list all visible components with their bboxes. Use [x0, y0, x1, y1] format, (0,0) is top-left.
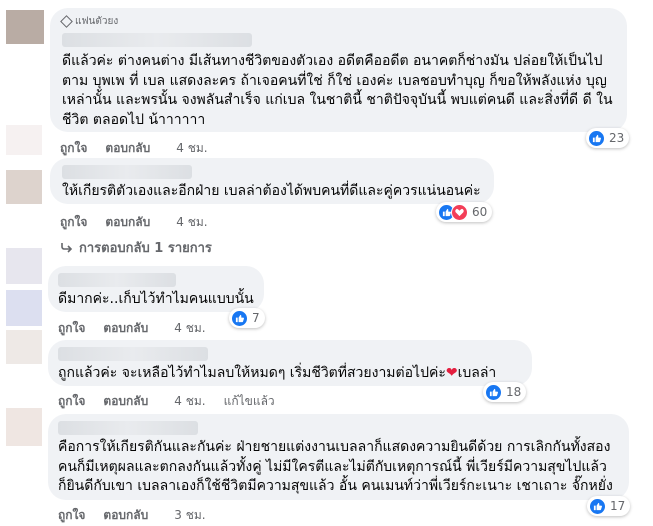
like-reaction-icon	[589, 497, 606, 515]
avatar[interactable]	[6, 408, 42, 446]
comment-text: ดีแล้วค่ะ ต่างคนต่าง มีเส้นทางชีวิตของตั…	[62, 53, 613, 128]
reaction-count[interactable]: 18	[483, 382, 527, 402]
reaction-count[interactable]: 23	[586, 128, 630, 148]
like-button[interactable]: ถูกใจ	[58, 392, 85, 411]
reply-button[interactable]: ตอบกลับ	[103, 319, 148, 338]
like-reaction-icon	[231, 309, 248, 327]
heart-emoji-icon: ❤	[445, 365, 458, 381]
avatar[interactable]	[6, 330, 42, 364]
reply-arrow-icon	[61, 243, 73, 253]
comment-text: คือการให้เกียรติกันและกันค่ะ ฝ่ายชายแต่ง…	[58, 439, 613, 494]
like-button[interactable]: ถูกใจ	[58, 319, 85, 338]
comment-actions: ถูกใจ ตอบกลับ 4 ชม.	[60, 139, 208, 158]
reply-button[interactable]: ตอบกลับ	[105, 139, 150, 158]
comment-bubble: ให้เกียรติตัวเองและอีกฝ่าย เบลล่าต้องได้…	[50, 158, 494, 204]
timestamp[interactable]: 4 ชม.	[176, 213, 207, 232]
reply-button[interactable]: ตอบกลับ	[105, 213, 150, 232]
comment-bubble: แฟนตัวยง ดีแล้วค่ะ ต่างคนต่าง มีเส้นทางช…	[50, 8, 627, 132]
comment-bubble: คือการให้เกียรติกันและกันค่ะ ฝ่ายชายแต่ง…	[48, 414, 629, 500]
comment-actions: ถูกใจ ตอบกลับ 4 ชม.	[58, 319, 206, 338]
comment-text: ดีมากค่ะ..เก็บไว้ทำไมคนแบบนั้น	[58, 291, 254, 307]
comment-actions: ถูกใจ ตอบกลับ 4 ชม.	[60, 213, 208, 232]
reply-button[interactable]: ตอบกลับ	[103, 392, 148, 411]
author-name[interactable]	[58, 347, 208, 361]
like-button[interactable]: ถูกใจ	[58, 506, 85, 525]
author-name[interactable]	[62, 33, 252, 47]
reaction-count[interactable]: 60	[436, 202, 493, 222]
avatar[interactable]	[6, 170, 42, 204]
timestamp[interactable]: 3 ชม.	[174, 506, 205, 525]
avatar[interactable]	[6, 10, 44, 44]
comment-text: ให้เกียรติตัวเองและอีกฝ่าย เบลล่าต้องได้…	[62, 183, 481, 199]
view-replies-link[interactable]: การตอบกลับ 1 รายการ	[60, 237, 212, 258]
avatar[interactable]	[6, 290, 42, 326]
comment-bubble: ถูกแล้วค่ะ จะเหลือไว้ทำไมลบให้หมดๆ เริ่ม…	[48, 340, 532, 386]
edited-label: แก้ไขแล้ว	[223, 394, 275, 408]
reaction-count[interactable]: 17	[587, 496, 631, 516]
timestamp[interactable]: 4 ชม.	[176, 139, 207, 158]
comment-actions: ถูกใจ ตอบกลับ 4 ชม. แก้ไขแล้ว	[58, 392, 275, 411]
author-name[interactable]	[58, 421, 198, 435]
timestamp[interactable]: 4 ชม.	[174, 319, 205, 338]
love-reaction-icon	[451, 203, 468, 221]
author-name[interactable]	[62, 165, 192, 179]
timestamp[interactable]: 4 ชม.	[174, 392, 205, 411]
reaction-count[interactable]: 7	[229, 308, 265, 328]
comment-bubble: ดีมากค่ะ..เก็บไว้ทำไมคนแบบนั้น	[48, 266, 264, 312]
like-button[interactable]: ถูกใจ	[60, 213, 87, 232]
reply-button[interactable]: ตอบกลับ	[103, 506, 148, 525]
comment-actions: ถูกใจ ตอบกลับ 3 ชม.	[58, 506, 206, 525]
avatar-blur	[6, 248, 42, 284]
like-reaction-icon	[588, 129, 605, 147]
diamond-icon	[60, 15, 73, 28]
like-reaction-icon	[485, 383, 502, 401]
like-button[interactable]: ถูกใจ	[60, 139, 87, 158]
avatar-blur	[6, 125, 42, 155]
comment-text: ถูกแล้วค่ะ จะเหลือไว้ทำไมลบให้หมดๆ เริ่ม…	[58, 365, 497, 381]
top-fan-badge: แฟนตัวยง	[60, 14, 118, 29]
author-name[interactable]	[58, 273, 176, 287]
